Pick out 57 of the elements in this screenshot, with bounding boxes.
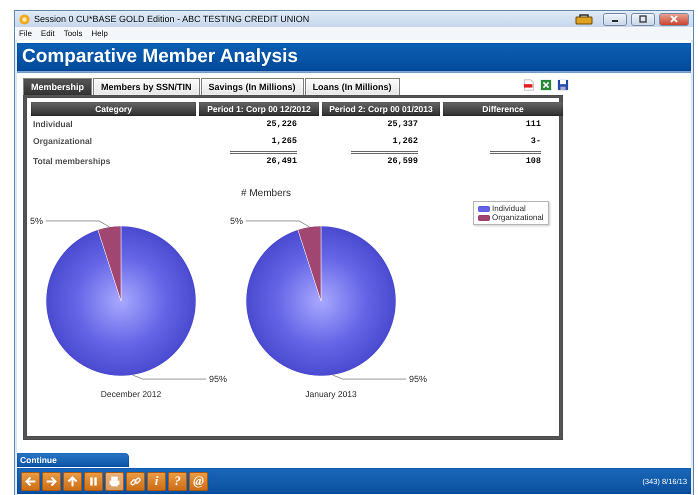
- value-label: 5%: [230, 216, 243, 226]
- left-arrow-icon: [24, 474, 37, 488]
- chart-caption: January 2013: [305, 389, 357, 399]
- link-icon: [129, 474, 142, 488]
- column-header: Period 2: Corp 00 01/2013: [322, 102, 440, 116]
- menu-item[interactable]: Help: [91, 29, 108, 38]
- table-cell: 1,265: [271, 136, 297, 146]
- value-label: 95%: [209, 374, 228, 384]
- column-header: Category: [31, 102, 196, 116]
- up-arrow-icon: [66, 474, 79, 488]
- table-cell: 3-: [530, 136, 541, 146]
- pdf-icon[interactable]: [523, 79, 535, 91]
- table-cell: 25,337: [387, 119, 418, 129]
- minimize-button[interactable]: [603, 12, 627, 26]
- table-cell: 26,491: [230, 151, 297, 166]
- back-button[interactable]: [21, 472, 40, 490]
- maximize-button[interactable]: [631, 12, 655, 26]
- link-button[interactable]: [126, 472, 145, 490]
- close-icon: [669, 15, 679, 23]
- forward-button[interactable]: [42, 472, 61, 490]
- page-header: Comparative Member Analysis: [17, 43, 691, 73]
- tab[interactable]: Membership: [23, 78, 92, 95]
- legend-label: Organizational: [492, 213, 544, 222]
- leader-line: [46, 220, 110, 228]
- pause-button[interactable]: [84, 472, 103, 490]
- chart-title: # Members: [240, 188, 291, 199]
- row-label: Organizational: [32, 135, 94, 148]
- column-header: Difference: [443, 102, 563, 116]
- tab[interactable]: Savings (In Millions): [200, 78, 304, 95]
- close-button[interactable]: [659, 12, 689, 26]
- leader-line: [246, 220, 310, 228]
- app-icon: [19, 14, 30, 24]
- tab[interactable]: Members by SSN/TIN: [93, 78, 200, 95]
- table-cell: 25,226: [266, 119, 297, 129]
- table-cell: 1,262: [392, 136, 418, 146]
- value-label: 95%: [409, 374, 428, 384]
- continue-button[interactable]: Continue: [17, 453, 129, 467]
- chart-caption: December 2012: [100, 389, 162, 399]
- table-cell: 108: [490, 151, 541, 166]
- spreadsheet-icon[interactable]: [540, 79, 552, 91]
- up-button[interactable]: [63, 472, 82, 490]
- menu-item[interactable]: Edit: [40, 29, 55, 38]
- save-icon[interactable]: [557, 79, 569, 91]
- legend-label: Individual: [492, 204, 526, 213]
- menu-item[interactable]: Tools: [64, 29, 82, 38]
- tab[interactable]: Loans (In Millions): [304, 78, 400, 95]
- menu-item[interactable]: File: [19, 29, 32, 38]
- column-header: Period 1: Corp 00 12/2012: [199, 102, 319, 116]
- maximize-icon: [638, 15, 648, 23]
- table-cell: 26,599: [351, 151, 418, 166]
- window-title: Session 0 CU*BASE GOLD Edition - ABC TESTING CREDIT UNION: [34, 14, 310, 24]
- printer-icon: [108, 474, 121, 488]
- row-label: Total memberships: [32, 155, 112, 168]
- row-label: Individual: [32, 118, 74, 131]
- table-cell: 111: [526, 119, 541, 129]
- value-label: 5%: [30, 216, 43, 226]
- right-arrow-icon: [45, 474, 58, 488]
